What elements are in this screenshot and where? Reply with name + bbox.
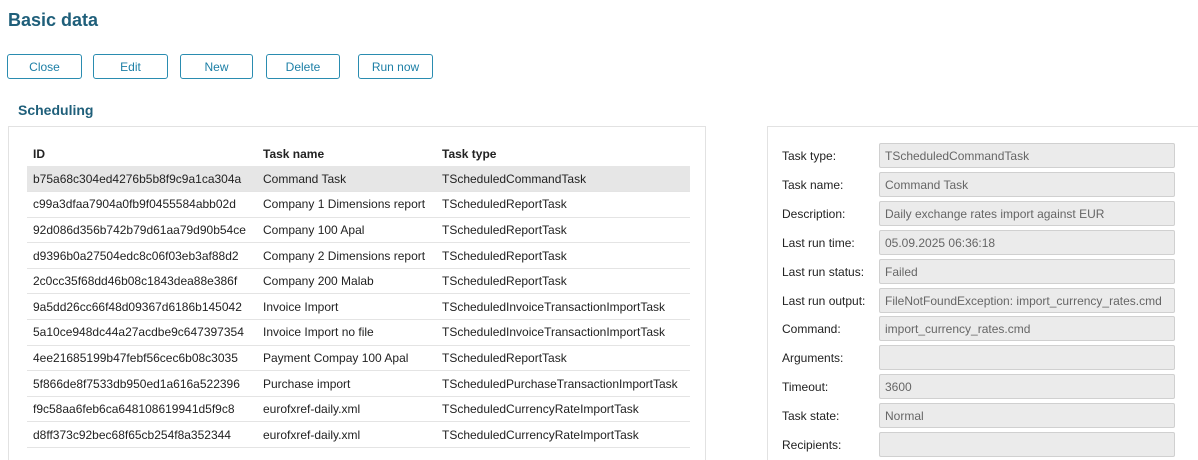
last-run-output-label: Last run output: — [782, 294, 866, 308]
edit-button[interactable]: Edit — [93, 54, 168, 79]
arguments-label: Arguments: — [782, 351, 844, 365]
cell-id: c99a3dfaa7904a0fb9f0455584abb02d — [27, 191, 257, 218]
task-state-field[interactable]: Normal — [879, 403, 1175, 428]
field-row-command: Command: import_currency_rates.cmd — [768, 316, 1198, 342]
cell-id: b75a68c304ed4276b5b8f9c9a1ca304a — [27, 166, 257, 193]
cell-task-type: TScheduledReportTask — [436, 191, 690, 218]
table-row[interactable]: 5f866de8f7533db950ed1a616a522396 Purchase… — [27, 370, 690, 397]
cell-task-name: Invoice Import no file — [257, 319, 436, 346]
cell-id: d8ff373c92bec68f65cb254f8a352344 — [27, 421, 257, 449]
field-row-description: Description: Daily exchange rates import … — [768, 201, 1198, 227]
table-row[interactable]: b75a68c304ed4276b5b8f9c9a1ca304a Command … — [27, 166, 690, 193]
task-name-label: Task name: — [782, 178, 844, 192]
cell-task-name: Company 2 Dimensions report — [257, 242, 436, 269]
cell-task-type: TScheduledReportTask — [436, 268, 690, 295]
cell-task-type: TScheduledCurrencyRateImportTask — [436, 396, 690, 423]
cell-id: 2c0cc35f68dd46b08c1843dea88e386f — [27, 268, 257, 295]
timeout-label: Timeout: — [782, 380, 829, 394]
cell-task-type: TScheduledReportTask — [436, 345, 690, 372]
table-row[interactable]: f9c58aa6feb6ca648108619941d5f9c8 eurofxre… — [27, 396, 690, 423]
recipients-label: Recipients: — [782, 438, 842, 452]
task-table: ID Task name Task type b75a68c304ed4276b… — [27, 142, 690, 449]
table-header-row: ID Task name Task type — [27, 142, 690, 166]
cell-id: 4ee21685199b47febf56cec6b08c3035 — [27, 345, 257, 372]
description-field[interactable]: Daily exchange rates import against EUR — [879, 201, 1175, 226]
field-row-task-name: Task name: Command Task — [768, 172, 1198, 198]
cell-task-name: Command Task — [257, 166, 436, 193]
task-type-label: Task type: — [782, 149, 837, 163]
cell-task-type: TScheduledCommandTask — [436, 166, 690, 193]
cell-task-type: TScheduledCurrencyRateImportTask — [436, 421, 690, 449]
delete-button[interactable]: Delete — [266, 54, 340, 79]
field-row-timeout: Timeout: 3600 — [768, 374, 1198, 400]
cell-task-name: Payment Compay 100 Apal — [257, 345, 436, 372]
task-type-field[interactable]: TScheduledCommandTask — [879, 143, 1175, 168]
cell-task-name: Purchase import — [257, 370, 436, 397]
cell-task-name: eurofxref-daily.xml — [257, 396, 436, 423]
new-button[interactable]: New — [180, 54, 253, 79]
last-run-status-label: Last run status: — [782, 265, 865, 279]
cell-id: d9396b0a27504edc8c06f03eb3af88d2 — [27, 242, 257, 269]
column-header-task-name[interactable]: Task name — [257, 142, 436, 166]
table-row[interactable]: d9396b0a27504edc8c06f03eb3af88d2 Company … — [27, 242, 690, 269]
cell-task-type: TScheduledReportTask — [436, 242, 690, 269]
column-header-id[interactable]: ID — [27, 142, 257, 166]
cell-task-type: TScheduledReportTask — [436, 217, 690, 244]
cell-task-type: TScheduledInvoiceTransactionImportTask — [436, 293, 690, 321]
command-label: Command: — [782, 322, 841, 336]
cell-task-type: TScheduledPurchaseTransactionImportTask — [436, 370, 690, 397]
run-now-button[interactable]: Run now — [358, 54, 433, 79]
field-row-task-state: Task state: Normal — [768, 403, 1198, 429]
table-row[interactable]: c99a3dfaa7904a0fb9f0455584abb02d Company … — [27, 191, 690, 218]
command-field[interactable]: import_currency_rates.cmd — [879, 316, 1175, 341]
task-name-field[interactable]: Command Task — [879, 172, 1175, 197]
last-run-time-label: Last run time: — [782, 236, 855, 250]
description-label: Description: — [782, 207, 846, 221]
cell-task-name: Company 1 Dimensions report — [257, 191, 436, 218]
task-state-label: Task state: — [782, 409, 840, 423]
table-row[interactable]: 9a5dd26cc66f48d09367d6186b145042 Invoice … — [27, 293, 690, 321]
cell-id: 9a5dd26cc66f48d09367d6186b145042 — [27, 293, 257, 321]
field-row-arguments: Arguments: — [768, 345, 1198, 371]
cell-task-name: Invoice Import — [257, 293, 436, 321]
section-title: Scheduling — [18, 102, 94, 118]
task-detail-panel: Task type: TScheduledCommandTask Task name… — [767, 126, 1198, 460]
page-title: Basic data — [8, 10, 99, 30]
table-row[interactable]: 5a10ce948dc44a27acdbe9c647397354 Invoice … — [27, 319, 690, 346]
table-row[interactable]: 92d086d356b742b79d61aa79d90b54ce Company … — [27, 217, 690, 244]
last-run-output-field[interactable]: FileNotFoundException: import_currency_r… — [879, 288, 1175, 313]
cell-task-name: Company 200 Malab — [257, 268, 436, 295]
cell-id: 92d086d356b742b79d61aa79d90b54ce — [27, 217, 257, 244]
task-grid-panel: ID Task name Task type b75a68c304ed4276b… — [8, 126, 706, 460]
cell-id: 5a10ce948dc44a27acdbe9c647397354 — [27, 319, 257, 346]
arguments-field[interactable] — [879, 345, 1175, 370]
timeout-field[interactable]: 3600 — [879, 374, 1175, 399]
cell-id: 5f866de8f7533db950ed1a616a522396 — [27, 370, 257, 397]
close-button[interactable]: Close — [7, 54, 82, 79]
field-row-last-run-status: Last run status: Failed — [768, 259, 1198, 285]
recipients-field[interactable] — [879, 432, 1175, 457]
last-run-status-field[interactable]: Failed — [879, 259, 1175, 284]
cell-id: f9c58aa6feb6ca648108619941d5f9c8 — [27, 396, 257, 423]
table-row[interactable]: 2c0cc35f68dd46b08c1843dea88e386f Company … — [27, 268, 690, 295]
cell-task-name: eurofxref-daily.xml — [257, 421, 436, 449]
cell-task-name: Company 100 Apal — [257, 217, 436, 244]
last-run-time-field[interactable]: 05.09.2025 06:36:18 — [879, 230, 1175, 255]
column-header-task-type[interactable]: Task type — [436, 142, 690, 166]
field-row-recipients: Recipients: — [768, 432, 1198, 458]
field-row-last-run-time: Last run time: 05.09.2025 06:36:18 — [768, 230, 1198, 256]
table-row[interactable]: 4ee21685199b47febf56cec6b08c3035 Payment … — [27, 345, 690, 372]
cell-task-type: TScheduledInvoiceTransactionImportTask — [436, 319, 690, 346]
field-row-task-type: Task type: TScheduledCommandTask — [768, 143, 1198, 169]
table-row[interactable]: d8ff373c92bec68f65cb254f8a352344 eurofxre… — [27, 421, 690, 449]
field-row-last-run-output: Last run output: FileNotFoundException: i… — [768, 288, 1198, 314]
